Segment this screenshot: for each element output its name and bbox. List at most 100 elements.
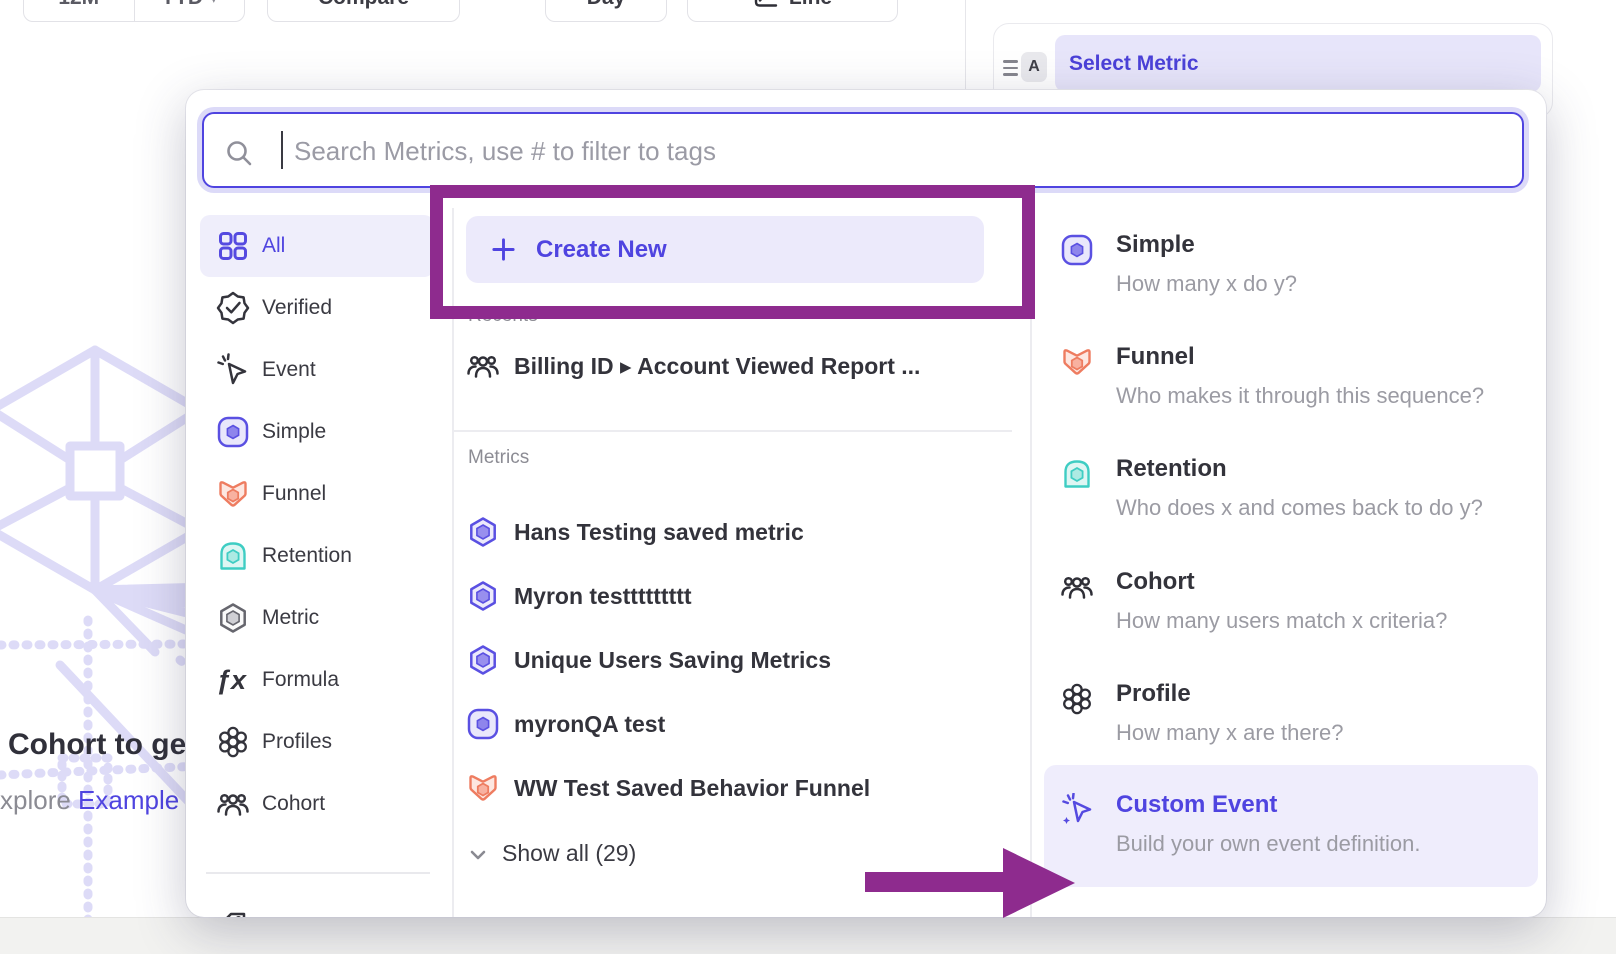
metric-item-label: WW Test Saved Behavior Funnel xyxy=(514,775,870,802)
category-label: Formula xyxy=(262,668,339,692)
metric-item-row[interactable]: WW Test Saved Behavior Funnel xyxy=(466,762,1006,814)
saved-metric-hexagon-icon xyxy=(466,515,500,549)
type-title: Funnel xyxy=(1116,343,1195,371)
annotation-arrow xyxy=(865,872,1007,892)
type-title: Cohort xyxy=(1116,568,1195,596)
show-all-label: Show all (29) xyxy=(502,840,636,867)
select-metric-button[interactable]: Select Metric xyxy=(1055,35,1541,92)
category-label: Event xyxy=(262,358,316,382)
annotation-arrow-head-icon xyxy=(1003,848,1075,918)
category-label: Profiles xyxy=(262,730,332,754)
custom-event-cursor-icon xyxy=(1060,793,1094,827)
cohort-people-icon xyxy=(466,349,500,383)
search-field[interactable] xyxy=(202,112,1524,188)
chevron-down-icon: ▾ xyxy=(210,0,218,7)
granularity-day-button[interactable]: Day xyxy=(545,0,667,22)
metric-type-funnel[interactable]: Funnel Who makes it through this sequenc… xyxy=(1044,345,1538,435)
metric-item-label: myronQA test xyxy=(514,711,665,738)
type-description: Build your own event definition. xyxy=(1116,831,1421,857)
range-ytd-button[interactable]: YTD ▾ xyxy=(134,0,245,21)
cohort-people-icon xyxy=(216,787,250,821)
chart-type-line-button[interactable]: Line xyxy=(687,0,898,22)
search-input[interactable] xyxy=(292,114,1496,188)
search-icon xyxy=(224,138,254,168)
retention-icon xyxy=(1060,457,1094,491)
verified-badge-icon xyxy=(216,291,250,325)
metric-type-retention[interactable]: Retention Who does x and comes back to d… xyxy=(1044,457,1538,547)
simple-metric-icon xyxy=(216,415,250,449)
profiles-cluster-icon xyxy=(216,725,250,759)
page-bottom-strip xyxy=(0,917,1616,954)
range-12m-button[interactable]: 12M xyxy=(24,0,134,21)
example-reports-link[interactable]: Example xyxy=(78,785,179,815)
category-item-tags[interactable]: Tags xyxy=(200,896,434,917)
metric-item-row[interactable]: Myron testtttttttt xyxy=(466,570,1006,622)
metric-type-custom-event[interactable]: Custom Event Build your own event defini… xyxy=(1044,765,1538,887)
category-label: Retention xyxy=(262,544,352,568)
recent-item-label: Billing ID ▸ Account Viewed Report ... xyxy=(514,353,920,380)
category-label: Metric xyxy=(262,606,319,630)
category-label: Tags xyxy=(262,915,306,917)
category-item-formula[interactable]: ƒx Formula xyxy=(200,649,434,711)
funnel-icon xyxy=(466,771,500,805)
metric-type-profile[interactable]: Profile How many x are there? xyxy=(1044,682,1538,772)
recent-item-row[interactable]: Billing ID ▸ Account Viewed Report ... xyxy=(466,340,1006,392)
category-item-simple[interactable]: Simple xyxy=(200,401,434,463)
category-item-cohort[interactable]: Cohort xyxy=(200,773,434,835)
category-label: Simple xyxy=(262,420,326,444)
range-ytd-label: YTD xyxy=(161,0,203,10)
show-all-button[interactable]: Show all (29) xyxy=(468,836,636,870)
date-range-segmented-control: 12M YTD ▾ xyxy=(23,0,245,22)
category-label: Verified xyxy=(262,296,332,320)
category-label: All xyxy=(262,234,285,258)
day-label: Day xyxy=(587,0,626,10)
category-label: Funnel xyxy=(262,482,326,506)
type-description: How many x do y? xyxy=(1116,271,1297,297)
type-title: Profile xyxy=(1116,680,1191,708)
metric-type-simple[interactable]: Simple How many x do y? xyxy=(1044,233,1538,323)
category-item-verified[interactable]: Verified xyxy=(200,277,434,339)
retention-icon xyxy=(216,539,250,573)
type-title: Retention xyxy=(1116,455,1227,483)
section-divider xyxy=(454,430,1012,432)
metric-item-row[interactable]: myronQA test xyxy=(466,698,1006,750)
compare-button[interactable]: Compare xyxy=(267,0,460,22)
grid-icon xyxy=(216,229,250,263)
drag-handle-icon[interactable] xyxy=(1003,60,1018,78)
formula-fx-icon: ƒx xyxy=(216,663,250,697)
metric-item-row[interactable]: Hans Testing saved metric xyxy=(466,506,1006,558)
simple-metric-icon xyxy=(466,707,500,741)
range-12m-label: 12M xyxy=(58,0,99,10)
empty-state-headline-fragment: Cohort to ge xyxy=(8,728,186,762)
metric-item-label: Hans Testing saved metric xyxy=(514,519,804,546)
category-item-metric[interactable]: Metric xyxy=(200,587,434,649)
metric-type-cohort[interactable]: Cohort How many users match x criteria? xyxy=(1044,570,1538,660)
saved-metric-hexagon-icon xyxy=(466,643,500,677)
category-item-retention[interactable]: Retention xyxy=(200,525,434,587)
metrics-section-label: Metrics xyxy=(468,447,529,469)
category-item-event[interactable]: Event xyxy=(200,339,434,401)
tag-icon xyxy=(216,910,250,917)
event-cursor-icon xyxy=(216,353,250,387)
category-item-funnel[interactable]: Funnel xyxy=(200,463,434,525)
category-item-all[interactable]: All xyxy=(200,215,434,277)
empty-state-explore-line: xplore Example xyxy=(0,785,179,816)
category-label: Cohort xyxy=(262,792,325,816)
funnel-icon xyxy=(216,477,250,511)
metric-item-label: Myron testtttttttt xyxy=(514,583,692,610)
annotation-highlight-box xyxy=(430,185,1035,319)
metric-hexagon-icon xyxy=(216,601,250,635)
type-title: Simple xyxy=(1116,231,1195,259)
type-description: How many users match x criteria? xyxy=(1116,608,1447,634)
simple-metric-icon xyxy=(1060,233,1094,267)
category-divider xyxy=(206,872,430,874)
category-item-profiles[interactable]: Profiles xyxy=(200,711,434,773)
cohort-people-icon xyxy=(1060,570,1094,604)
metric-item-row[interactable]: Unique Users Saving Metrics xyxy=(466,634,1006,686)
text-cursor xyxy=(281,131,283,169)
type-description: Who makes it through this sequence? xyxy=(1116,383,1484,409)
app-screen: Cohort to ge xplore Example 12M YTD ▾ Co… xyxy=(0,0,1616,954)
series-badge: A xyxy=(1021,52,1047,82)
select-metric-label: Select Metric xyxy=(1069,52,1199,76)
type-description: How many x are there? xyxy=(1116,720,1343,746)
